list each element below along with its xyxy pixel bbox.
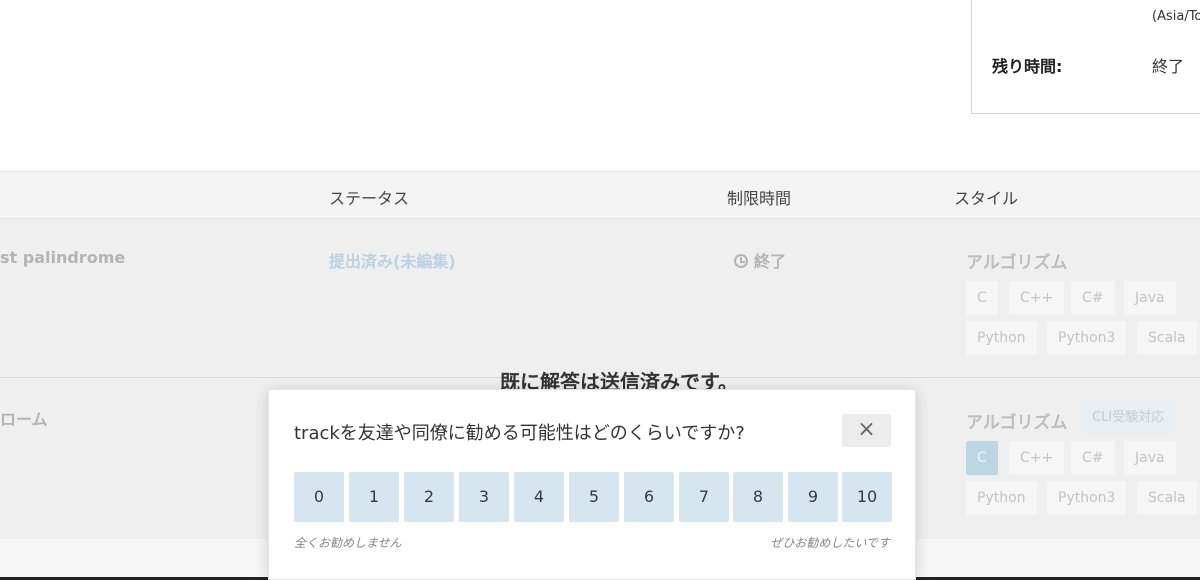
cli-badge: CLI受験対応 [1081, 401, 1176, 435]
row-1-lang-python3: Python3 [1047, 321, 1127, 355]
score-button-3[interactable]: 3 [459, 472, 509, 522]
row-1-lang-cpp: C++ [1009, 281, 1065, 315]
clock-icon [734, 254, 748, 268]
row-2-lang-python3: Python3 [1047, 481, 1127, 515]
row-2-title[interactable]: ローム [0, 406, 48, 430]
score-button-8[interactable]: 8 [733, 472, 783, 522]
row-2-lang-java: Java [1124, 441, 1176, 475]
close-button[interactable]: × [842, 414, 891, 447]
score-button-5[interactable]: 5 [569, 472, 619, 522]
row-2-lang-csharp: C# [1071, 441, 1115, 475]
table-header: ステータス 制限時間 スタイル [0, 171, 1200, 219]
score-button-6[interactable]: 6 [624, 472, 674, 522]
row-1-time-limit-value: 終了 [754, 252, 787, 271]
remaining-time-value: 終了 [1152, 57, 1185, 76]
row-1-lang-java: Java [1124, 281, 1176, 315]
column-header-style: スタイル [954, 189, 1019, 208]
row-1-title[interactable]: st palindrome [0, 248, 125, 267]
score-button-9[interactable]: 9 [788, 472, 838, 522]
row-2-lang-python: Python [966, 481, 1037, 515]
score-button-10[interactable]: 10 [842, 472, 892, 522]
row-1-status[interactable]: 提出済み(未編集) [329, 248, 456, 272]
score-button-4[interactable]: 4 [514, 472, 564, 522]
score-button-2[interactable]: 2 [404, 472, 454, 522]
row-1-lang-csharp: C# [1071, 281, 1115, 315]
timezone-label: (Asia/To [1152, 9, 1200, 24]
remaining-time-label: 残り時間: [992, 57, 1063, 76]
row-1-style-title: アルゴリズム [966, 253, 1068, 273]
score-button-0[interactable]: 0 [294, 472, 344, 522]
row-2-style-title: アルゴリズム [966, 413, 1068, 433]
row-2-lang-cpp: C++ [1009, 441, 1065, 475]
close-icon: × [857, 417, 876, 442]
row-2-lang-c: C [966, 441, 998, 475]
info-panel: (Asia/To 残り時間: 終了 [971, 0, 1200, 114]
score-button-7[interactable]: 7 [679, 472, 729, 522]
score-button-1[interactable]: 1 [349, 472, 399, 522]
row-1-lang-scala: Scala [1137, 321, 1197, 355]
scale-low-label: 全くお勧めしません [294, 536, 402, 550]
column-header-time-limit: 制限時間 [727, 189, 792, 208]
survey-question: trackを友達や同僚に勧める可能性はどのくらいですか? [294, 423, 745, 444]
scale-high-label: ぜひお勧めしたいです [770, 536, 890, 550]
nps-survey-dialog: trackを友達や同僚に勧める可能性はどのくらいですか? × 0 1 2 3 4… [268, 389, 916, 580]
row-1-lang-c: C [966, 281, 998, 315]
column-header-status: ステータス [329, 189, 410, 208]
row-1-lang-python: Python [966, 321, 1037, 355]
row-2-lang-scala: Scala [1137, 481, 1197, 515]
row-1-time-limit: 終了 [734, 248, 786, 272]
